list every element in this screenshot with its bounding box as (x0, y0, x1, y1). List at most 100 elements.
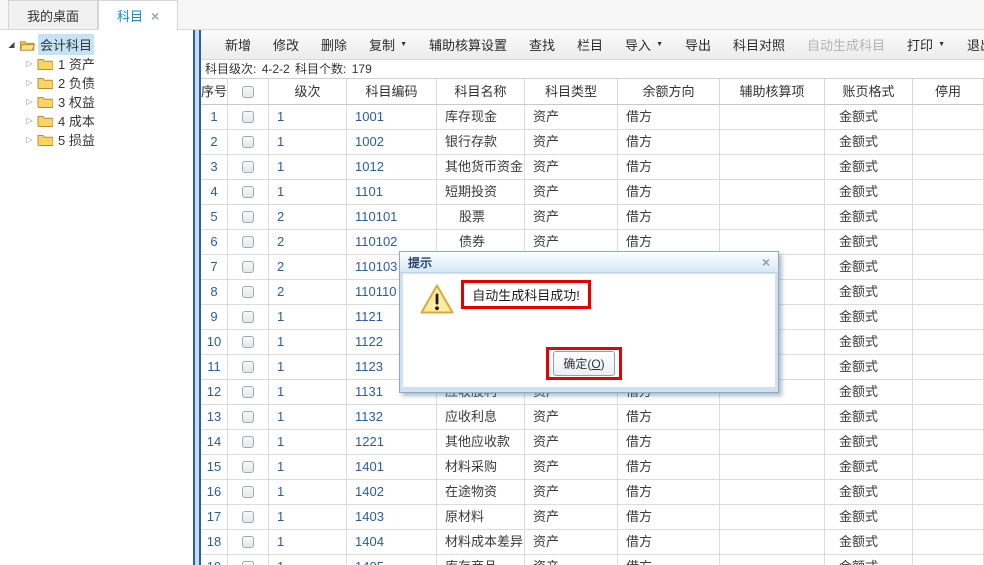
cell-format: 金额式 (825, 130, 913, 155)
toolbar-print-button[interactable]: 打印▼ (896, 35, 956, 54)
row-checkbox[interactable] (242, 386, 254, 398)
tree-item-3[interactable]: ▷3 权益 (0, 92, 193, 111)
cell-aux (720, 405, 825, 430)
cell-code: 1221 (347, 430, 437, 455)
row-checkbox[interactable] (242, 286, 254, 298)
table-header-row: 序号级次科目编码科目名称科目类型余额方向辅助核算项账页格式停用 (201, 79, 984, 105)
table-row[interactable]: 1811404材料成本差异资产借方金额式 (201, 530, 984, 555)
toolbar-columns-button[interactable]: 栏目 (566, 35, 614, 54)
row-checkbox[interactable] (242, 536, 254, 548)
row-checkbox[interactable] (242, 161, 254, 173)
row-checkbox[interactable] (242, 461, 254, 473)
cell-aux (720, 180, 825, 205)
cell-level: 1 (269, 330, 347, 355)
ok-button[interactable]: 确定(O) (553, 351, 614, 376)
table-row[interactable]: 1411221其他应收款资产借方金额式 (201, 430, 984, 455)
cell-level: 1 (269, 455, 347, 480)
row-checkbox[interactable] (242, 561, 254, 565)
cell-name: 库存商品 (437, 555, 525, 565)
tree-collapsed-icon[interactable]: ▷ (23, 78, 36, 87)
cell-format: 金额式 (825, 105, 913, 130)
toolbar-aux-settings-button[interactable]: 辅助核算设置 (418, 35, 518, 54)
cell-level: 1 (269, 355, 347, 380)
table-row[interactable]: 411101短期投资资产借方金额式 (201, 180, 984, 205)
row-checkbox[interactable] (242, 236, 254, 248)
cell-checkbox (228, 280, 269, 305)
table-row[interactable]: 1711403原材料资产借方金额式 (201, 505, 984, 530)
toolbar-add-button[interactable]: 新增 (214, 35, 262, 54)
cell-checkbox (228, 355, 269, 380)
cell-seq: 19 (201, 555, 228, 565)
toolbar-auto-generate-button: 自动生成科目 (796, 35, 896, 54)
toolbar-export-button[interactable]: 导出 (674, 35, 722, 54)
tab-close-icon[interactable]: × (151, 9, 159, 23)
cell-direction: 借方 (618, 455, 720, 480)
tab-my-desktop[interactable]: 我的桌面 (8, 0, 98, 29)
table-row[interactable]: 1511401材料采购资产借方金额式 (201, 455, 984, 480)
cell-level: 1 (269, 180, 347, 205)
row-checkbox[interactable] (242, 136, 254, 148)
table-row[interactable]: 311012其他货币资金资产借方金额式 (201, 155, 984, 180)
row-checkbox[interactable] (242, 411, 254, 423)
tree-collapsed-icon[interactable]: ▷ (23, 59, 36, 68)
column-header-9: 停用 (913, 79, 984, 105)
dialog-close-icon[interactable]: × (762, 255, 770, 269)
cell-stop (913, 530, 984, 555)
toolbar-subject-mapping-button[interactable]: 科目对照 (722, 35, 796, 54)
toolbar-delete-button[interactable]: 删除 (310, 35, 358, 54)
cell-code: 1403 (347, 505, 437, 530)
tree-item-4[interactable]: ▷4 成本 (0, 111, 193, 130)
cell-seq: 2 (201, 130, 228, 155)
cell-code: 1401 (347, 455, 437, 480)
row-checkbox[interactable] (242, 436, 254, 448)
row-checkbox[interactable] (242, 111, 254, 123)
tab-subject[interactable]: 科目 × (98, 0, 178, 30)
dialog-title-bar[interactable]: 提示 × (400, 252, 778, 273)
cell-code: 1002 (347, 130, 437, 155)
tree-item-5[interactable]: ▷5 损益 (0, 130, 193, 149)
prompt-dialog: 提示 × 自动生成科目成功! 确定(O) (399, 251, 779, 393)
tree-collapsed-icon[interactable]: ▷ (23, 97, 36, 106)
table-row[interactable]: 211002银行存款资产借方金额式 (201, 130, 984, 155)
table-row[interactable]: 1611402在途物资资产借方金额式 (201, 480, 984, 505)
table-row[interactable]: 1911405库存商品资产借方金额式 (201, 555, 984, 565)
row-checkbox[interactable] (242, 261, 254, 273)
tree-collapsed-icon[interactable]: ▷ (23, 116, 36, 125)
table-row[interactable]: 1311132应收利息资产借方金额式 (201, 405, 984, 430)
splitter-handle[interactable] (193, 30, 201, 565)
cell-level: 2 (269, 255, 347, 280)
select-all-checkbox[interactable] (242, 86, 254, 98)
column-header-4: 科目名称 (437, 79, 525, 105)
tree-item-root[interactable]: ◢ 会计科目 (0, 35, 193, 54)
column-header-5: 科目类型 (525, 79, 618, 105)
row-checkbox[interactable] (242, 361, 254, 373)
cell-format: 金额式 (825, 480, 913, 505)
tree-expanded-icon[interactable]: ◢ (5, 40, 18, 49)
cell-code: 1101 (347, 180, 437, 205)
toolbar-exit-button[interactable]: 退出 (956, 35, 984, 54)
toolbar-import-button[interactable]: 导入▼ (614, 35, 674, 54)
cell-checkbox (228, 330, 269, 355)
tree-item-2[interactable]: ▷2 负债 (0, 73, 193, 92)
row-checkbox[interactable] (242, 336, 254, 348)
dialog-title: 提示 (408, 254, 432, 271)
toolbar-copy-button[interactable]: 复制▼ (358, 35, 418, 54)
tree-item-label: 1 资产 (56, 53, 97, 74)
table-row[interactable]: 52110101股票资产借方金额式 (201, 205, 984, 230)
tree-collapsed-icon[interactable]: ▷ (23, 135, 36, 144)
toolbar-edit-button[interactable]: 修改 (262, 35, 310, 54)
cell-stop (913, 455, 984, 480)
cell-aux (720, 430, 825, 455)
row-checkbox[interactable] (242, 186, 254, 198)
row-checkbox[interactable] (242, 511, 254, 523)
toolbar-find-button[interactable]: 查找 (518, 35, 566, 54)
row-checkbox[interactable] (242, 311, 254, 323)
cell-direction: 借方 (618, 505, 720, 530)
row-checkbox[interactable] (242, 211, 254, 223)
tree-item-1[interactable]: ▷ 1 资产 (0, 54, 193, 73)
row-checkbox[interactable] (242, 486, 254, 498)
cell-seq: 6 (201, 230, 228, 255)
info-bar: 科目级次: 4-2-2 科目个数: 179 (201, 60, 984, 79)
table-row[interactable]: 111001库存现金资产借方金额式 (201, 105, 984, 130)
cell-type: 资产 (525, 205, 618, 230)
